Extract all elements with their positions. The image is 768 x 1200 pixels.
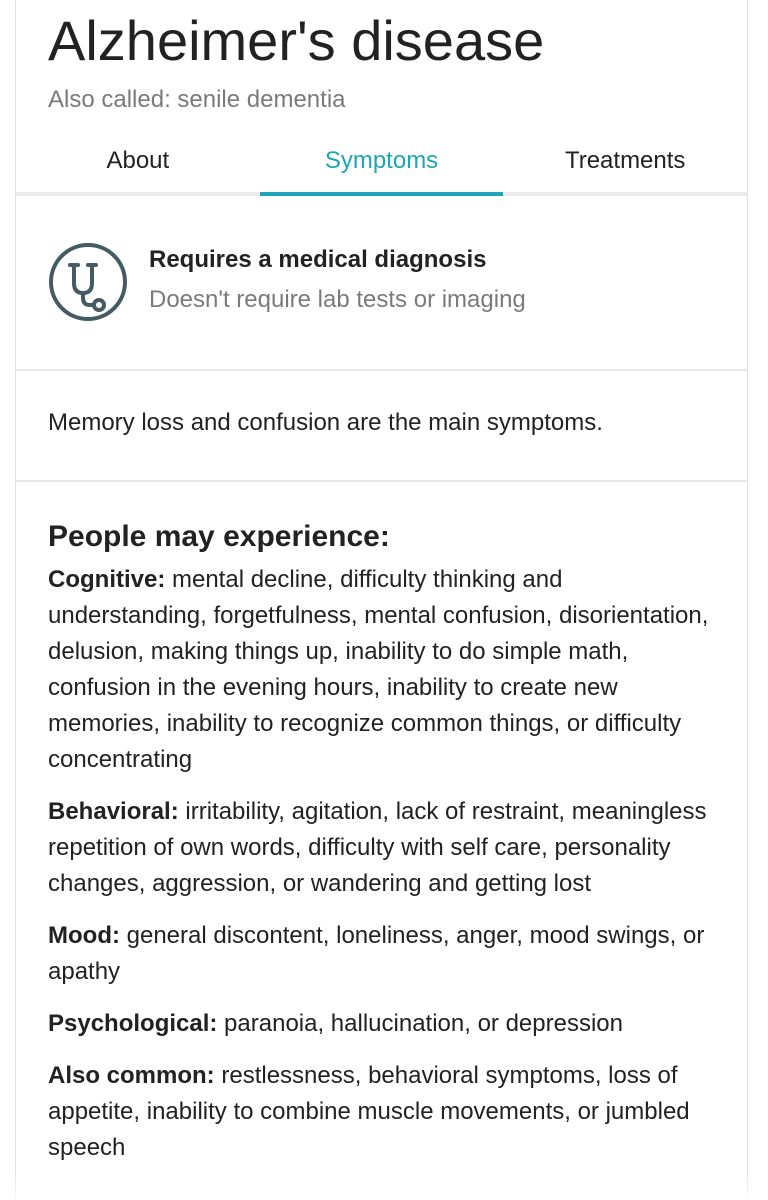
- symptom-category-mood: Mood: general discontent, loneliness, an…: [48, 918, 718, 990]
- symptom-category-psychological: Psychological: paranoia, hallucination, …: [48, 1006, 718, 1042]
- symptom-label: Also common:: [48, 1062, 215, 1089]
- tab-bar: About Symptoms Treatments: [16, 130, 747, 196]
- page-title: Alzheimer's disease: [48, 9, 545, 72]
- tab-treatments[interactable]: Treatments: [503, 130, 747, 192]
- symptom-text: paranoia, hallucination, or depression: [217, 1010, 623, 1037]
- symptom-label: Psychological:: [48, 1010, 218, 1037]
- tab-symptoms[interactable]: Symptoms: [259, 130, 504, 196]
- diagnosis-subtitle: Doesn't require lab tests or imaging: [149, 286, 526, 313]
- stethoscope-icon: [48, 242, 128, 322]
- card-header: Alzheimer's disease Also called: senile …: [16, 0, 747, 196]
- symptom-category-behavioral: Behavioral: irritability, agitation, lac…: [48, 794, 718, 902]
- symptom-category-also-common: Also common: restlessness, behavioral sy…: [48, 1058, 718, 1166]
- symptom-text: general discontent, loneliness, anger, m…: [48, 922, 705, 985]
- symptom-text: mental decline, difficulty thinking and …: [48, 566, 709, 773]
- symptoms-heading: People may experience:: [48, 520, 390, 553]
- summary-section: Memory loss and confusion are the main s…: [16, 371, 747, 482]
- knowledge-card: Alzheimer's disease Also called: senile …: [15, 0, 748, 1200]
- page-subtitle: Also called: senile dementia: [48, 86, 346, 113]
- summary-text: Memory loss and confusion are the main s…: [48, 409, 603, 436]
- diagnosis-section: Requires a medical diagnosis Doesn't req…: [16, 196, 747, 371]
- symptom-label: Behavioral:: [48, 798, 179, 825]
- symptom-label: Cognitive:: [48, 566, 166, 593]
- symptom-category-cognitive: Cognitive: mental decline, difficulty th…: [48, 562, 718, 778]
- tab-about[interactable]: About: [16, 130, 260, 192]
- symptoms-section: People may experience: Cognitive: mental…: [48, 482, 718, 1182]
- diagnosis-title: Requires a medical diagnosis: [149, 246, 487, 273]
- symptom-label: Mood:: [48, 922, 120, 949]
